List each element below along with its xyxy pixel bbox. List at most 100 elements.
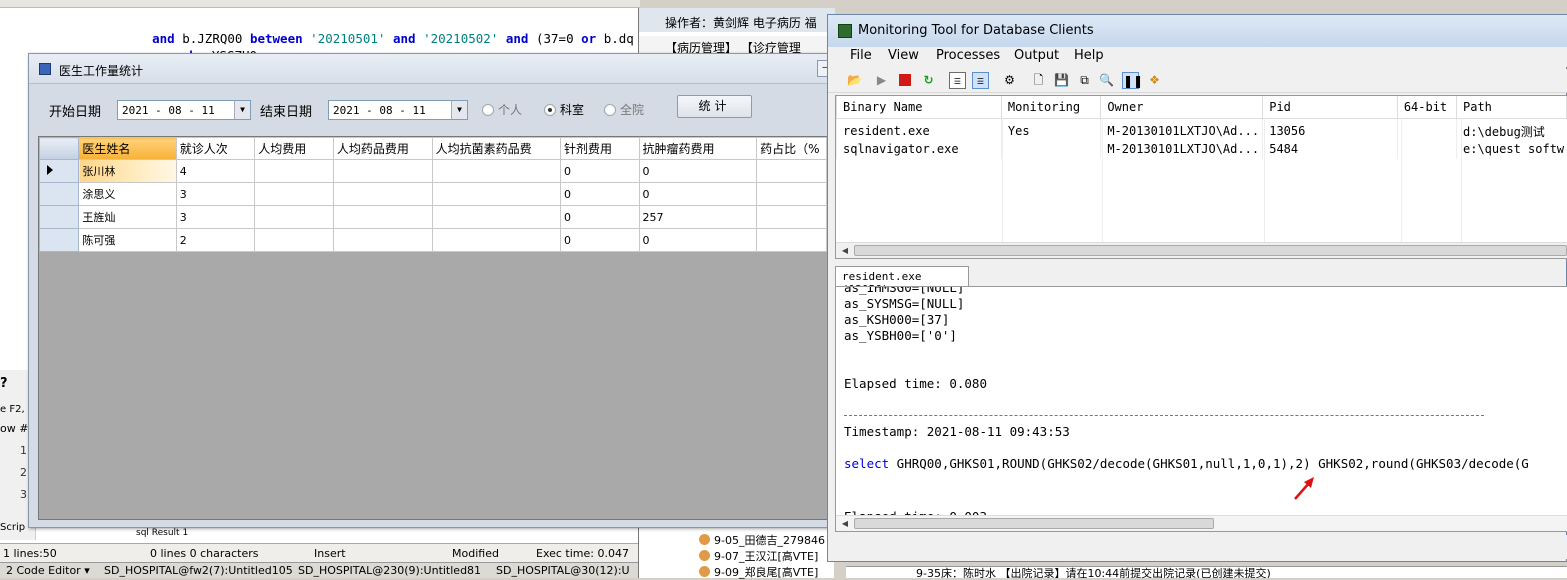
scrollbar-thumb[interactable] <box>854 245 1567 256</box>
list-view-icon[interactable]: ☰ <box>949 72 966 89</box>
scroll-left-icon[interactable]: ◀ <box>838 517 852 530</box>
open-folder-icon[interactable]: 📂 <box>846 72 863 89</box>
save-icon[interactable]: 💾 <box>1053 72 1070 89</box>
chevron-down-icon[interactable]: ▼ <box>234 101 250 119</box>
cell[interactable] <box>254 182 334 206</box>
cell[interactable] <box>332 182 433 206</box>
cell-doctor-name[interactable]: 张川林 <box>78 159 177 183</box>
cell[interactable]: 3 <box>175 182 256 206</box>
monitor-titlebar[interactable]: Monitoring Tool for Database Clients <box>828 15 1567 47</box>
table-row[interactable]: 涂思义 3 0 0 <box>39 182 827 206</box>
cell[interactable] <box>756 182 827 206</box>
editor-tab[interactable]: SD_HOSPITAL@230(9):Untitled81 <box>298 564 481 577</box>
corner-header[interactable] <box>39 137 80 160</box>
cell[interactable] <box>431 182 562 206</box>
cell[interactable]: 0 <box>638 228 758 252</box>
table-row[interactable]: 张川林 4 0 0 <box>39 159 827 183</box>
tab-script[interactable]: Scrip <box>0 522 25 533</box>
output-log[interactable]: as_IHMSG0=[NULL] as_SYSMSG=[NULL] as_KSH… <box>835 286 1567 532</box>
cell-doctor-name[interactable]: 陈可强 <box>78 228 177 252</box>
detail-view-icon[interactable]: ☰ <box>972 72 989 89</box>
editor-tab[interactable]: SD_HOSPITAL@30(12):U <box>496 564 630 577</box>
cell[interactable]: 0 <box>638 182 758 206</box>
cell[interactable] <box>756 159 827 183</box>
play-icon[interactable]: ▶ <box>873 72 890 89</box>
start-date-picker[interactable]: 2021 - 08 - 11 ▼ <box>117 100 251 120</box>
cell[interactable] <box>254 228 334 252</box>
column-header[interactable]: 64-bit <box>1396 96 1458 119</box>
stat-button[interactable]: 统计 <box>677 95 752 118</box>
output-tab[interactable]: resident.exe (13056) <box>835 266 969 296</box>
menu-processes[interactable]: Processes <box>936 48 1000 63</box>
process-list[interactable]: Binary Name Monitoring Owner Pid 64-bit … <box>835 95 1567 259</box>
menu-view[interactable]: View <box>888 48 919 63</box>
column-header[interactable]: 医生姓名 <box>78 137 177 160</box>
column-header[interactable]: 人均抗菌素药品费 <box>431 137 562 160</box>
menu-help[interactable]: Help <box>1074 48 1104 63</box>
doctor-window-titlebar[interactable]: 医生工作量统计 — <box>29 54 837 84</box>
cell-doctor-name[interactable]: 王旌灿 <box>78 205 177 229</box>
column-header[interactable]: 药占比（% <box>756 137 827 160</box>
cell[interactable]: 0 <box>560 205 640 229</box>
process-row[interactable]: sqlnavigator.exe M-20130101LXTJO\Ad... 5… <box>836 139 1567 159</box>
cell[interactable]: 0 <box>560 182 640 206</box>
cell[interactable]: 257 <box>638 205 758 229</box>
column-header[interactable]: Binary Name <box>836 96 1002 119</box>
cell[interactable]: 2 <box>175 228 256 252</box>
scrollbar-thumb[interactable] <box>854 518 1214 529</box>
menu-file[interactable]: File <box>850 48 872 63</box>
cell[interactable]: 3 <box>175 205 256 229</box>
cell[interactable] <box>332 205 433 229</box>
patient-item[interactable]: 9-07_王汉江[高VTE] <box>699 548 818 564</box>
radio-department[interactable]: 科室 <box>544 101 584 118</box>
refresh-icon[interactable]: ↻ <box>920 72 937 89</box>
cell[interactable] <box>756 205 827 229</box>
properties-icon[interactable]: ⚙ <box>1001 72 1018 89</box>
cell[interactable] <box>254 159 334 183</box>
column-header[interactable]: Owner <box>1100 96 1264 119</box>
radio-hospital[interactable]: 全院 <box>604 101 644 118</box>
process-horizontal-scrollbar[interactable]: ◀ <box>836 242 1567 258</box>
highlight-icon[interactable]: ❖ <box>1146 72 1163 89</box>
column-header[interactable]: 人均药品费用 <box>332 137 433 160</box>
cell[interactable] <box>431 159 562 183</box>
row-header-current[interactable] <box>39 159 80 183</box>
code-editor-tab[interactable]: 2 Code Editor ▾ <box>6 564 90 577</box>
cell-doctor-name[interactable]: 涂思义 <box>78 182 177 206</box>
editor-tab[interactable]: SD_HOSPITAL@fw2(7):Untitled105 <box>104 564 293 577</box>
cell[interactable] <box>254 205 334 229</box>
table-row[interactable]: 王旌灿 3 0 257 <box>39 205 827 229</box>
row-header[interactable] <box>39 182 80 206</box>
column-header[interactable]: Pid <box>1262 96 1398 119</box>
tab-result[interactable]: sql Result 1 <box>136 528 188 538</box>
column-header[interactable]: 人均费用 <box>254 137 334 160</box>
copy-icon[interactable]: ⧉ <box>1076 72 1093 89</box>
cell[interactable] <box>431 205 562 229</box>
row-header[interactable] <box>39 228 80 252</box>
new-file-icon[interactable]: 🗋 <box>1030 72 1047 89</box>
patient-item[interactable]: 9-05_田德吉_279846 <box>699 532 825 548</box>
scroll-left-icon[interactable]: ◀ <box>838 244 852 257</box>
radio-personal[interactable]: 个人 <box>482 101 522 118</box>
stop-icon[interactable] <box>896 72 913 89</box>
column-header[interactable]: Monitoring <box>1000 96 1102 119</box>
cell[interactable]: 0 <box>638 159 758 183</box>
column-header[interactable]: 就诊人次 <box>175 137 256 160</box>
cell[interactable] <box>756 228 827 252</box>
chevron-down-icon[interactable]: ▼ <box>451 101 467 119</box>
table-row[interactable]: 陈可强 2 0 0 <box>39 228 827 252</box>
cell[interactable]: 0 <box>560 228 640 252</box>
process-row[interactable]: resident.exe Yes M-20130101LXTJO\Ad... 1… <box>836 118 1567 140</box>
column-header[interactable]: Path <box>1456 96 1567 119</box>
cell[interactable]: 4 <box>175 159 256 183</box>
cell[interactable] <box>332 159 433 183</box>
column-header[interactable]: 针剂费用 <box>560 137 640 160</box>
row-header[interactable] <box>39 205 80 229</box>
menu-output[interactable]: Output <box>1014 48 1059 63</box>
cell[interactable] <box>431 228 562 252</box>
cell[interactable]: 0 <box>560 159 640 183</box>
find-icon[interactable]: 🔍 <box>1098 72 1115 89</box>
end-date-picker[interactable]: 2021 - 08 - 11 ▼ <box>328 100 468 120</box>
pause-icon[interactable]: ❚❚ <box>1122 72 1143 89</box>
cell[interactable] <box>332 228 433 252</box>
